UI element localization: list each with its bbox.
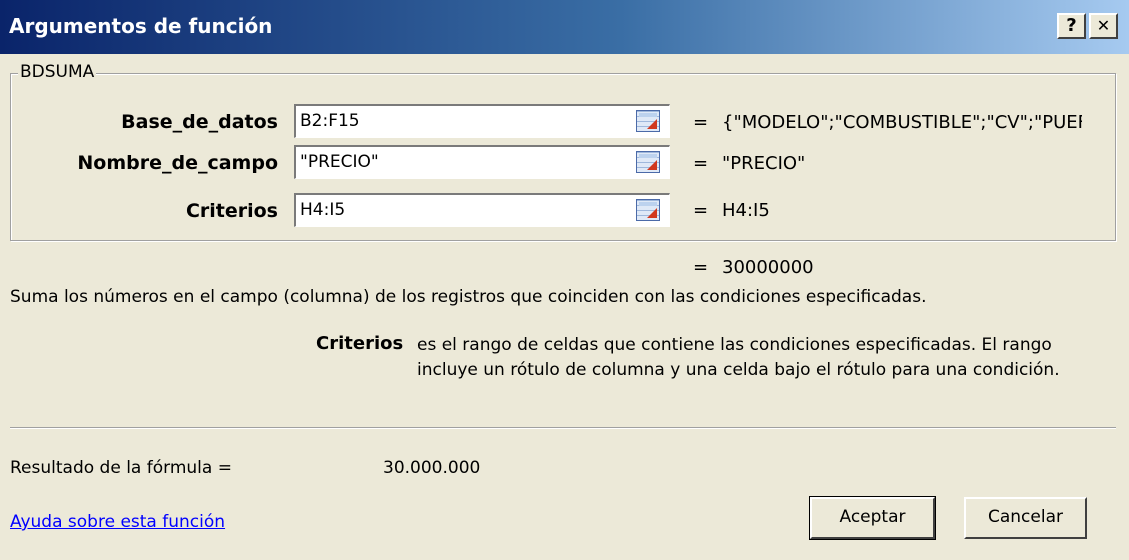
collapse-dialog-icon[interactable] (636, 151, 660, 173)
help-button[interactable]: ? (1057, 13, 1086, 39)
separator (10, 427, 1116, 429)
arg-value-base-de-datos: {"MODELO";"COMBUSTIBLE";"CV";"PUEF (722, 112, 1082, 133)
formula-result-label: Resultado de la fórmula = (10, 458, 232, 478)
title-bar: Argumentos de función ? ✕ (0, 0, 1129, 54)
cancel-button[interactable]: Cancelar (964, 497, 1087, 539)
active-argument-description: es el rango de celdas que contiene las c… (417, 335, 1060, 380)
arg-value-criterios: H4:I5 (722, 200, 770, 221)
function-result-value: 30000000 (722, 257, 814, 278)
arg-input-nombre-de-campo[interactable]: "PRECIO" (294, 145, 670, 179)
arg-equals: = (693, 153, 709, 174)
arg-input-base-de-datos[interactable]: B2:F15 (294, 104, 670, 138)
result-equals: = (693, 257, 709, 278)
arg-input-criterios[interactable]: H4:I5 (294, 193, 670, 227)
dialog-title: Argumentos de función (9, 14, 273, 38)
arg-value-nombre-de-campo: "PRECIO" (722, 153, 806, 174)
formula-result-value: 30.000.000 (383, 458, 481, 478)
active-argument-name: Criterios (316, 333, 404, 354)
function-name: BDSUMA (18, 62, 97, 82)
ok-button[interactable]: Aceptar (809, 496, 936, 540)
close-button[interactable]: ✕ (1089, 13, 1118, 39)
arg-equals: = (693, 200, 709, 221)
arg-label-criterios: Criterios (185, 200, 278, 222)
collapse-dialog-icon[interactable] (636, 199, 660, 221)
arg-equals: = (693, 112, 709, 133)
arg-label-base-de-datos: Base_de_datos (121, 111, 278, 133)
help-link[interactable]: Ayuda sobre esta función (10, 512, 225, 532)
collapse-dialog-icon[interactable] (636, 110, 660, 132)
arg-label-nombre-de-campo: Nombre_de_campo (77, 152, 278, 174)
function-description: Suma los números en el campo (columna) d… (10, 287, 927, 307)
